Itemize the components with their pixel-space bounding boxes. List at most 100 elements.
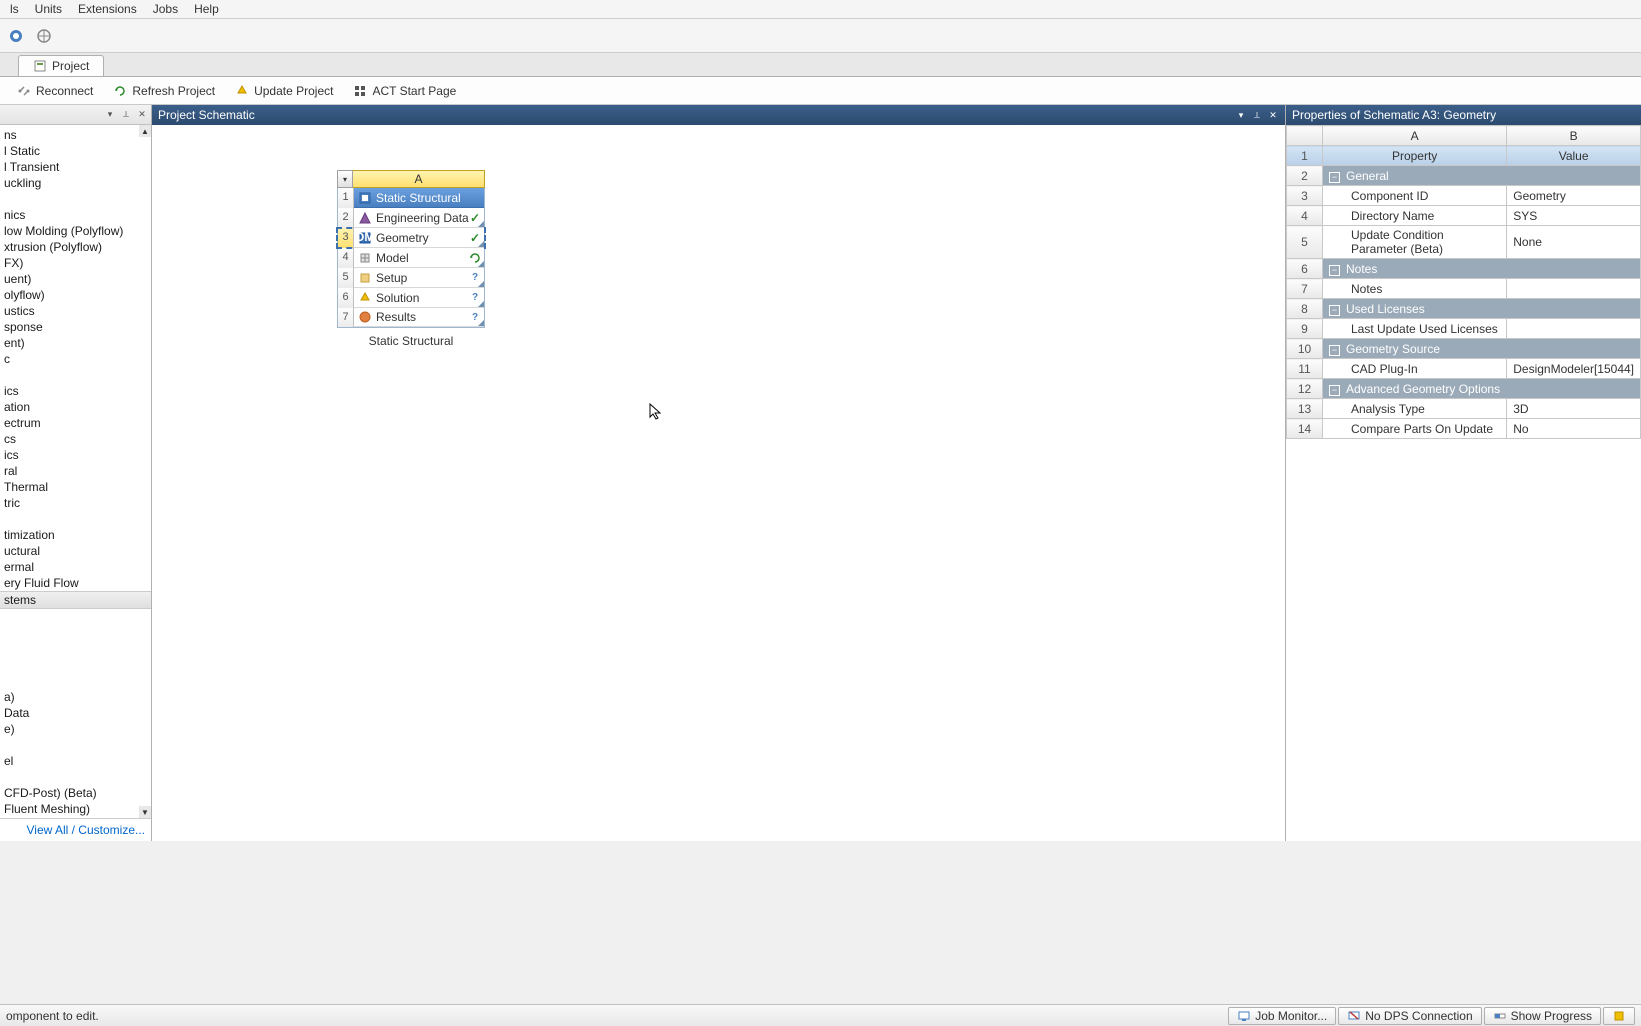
menu-jobs[interactable]: Jobs [145, 0, 186, 18]
toolbox-item[interactable]: tric [0, 495, 151, 511]
system-menu-button[interactable]: ▾ [337, 170, 353, 188]
props-group-advanced-geometry-options[interactable]: −Advanced Geometry Options [1323, 379, 1641, 399]
toolbox-pin-icon[interactable]: ⟂ [119, 108, 133, 122]
schematic-close-icon[interactable]: ✕ [1267, 109, 1279, 121]
toolbox-item[interactable]: l Static [0, 143, 151, 159]
tab-project[interactable]: Project [18, 55, 104, 76]
collapse-icon[interactable]: − [1329, 305, 1340, 316]
toolbox-close-icon[interactable]: ✕ [135, 108, 149, 122]
toolbox-item[interactable]: ics [0, 447, 151, 463]
menu-extensions[interactable]: Extensions [70, 0, 145, 18]
property-value[interactable] [1507, 319, 1641, 339]
dps-connection-button[interactable]: No DPS Connection [1338, 1007, 1481, 1025]
props-group-general[interactable]: −General [1323, 166, 1641, 186]
system-cell-model[interactable]: 4Model [337, 248, 485, 268]
cell-corner-handle[interactable] [478, 221, 484, 227]
toolbox-item[interactable]: CFD-Post) (Beta) [0, 785, 151, 801]
system-cell-results[interactable]: 7Results? [337, 308, 485, 328]
schematic-canvas[interactable]: ▾ A 1Static Structural2Engineering Data✓… [152, 125, 1285, 841]
toolbox-item[interactable]: uckling [0, 175, 151, 191]
toolbox-item[interactable]: nics [0, 207, 151, 223]
cell-corner-handle[interactable] [478, 301, 484, 307]
system-caption[interactable]: Static Structural [337, 334, 485, 348]
app-icon[interactable] [6, 26, 26, 46]
props-group-geometry-source[interactable]: −Geometry Source [1323, 339, 1641, 359]
property-value[interactable]: None [1507, 226, 1641, 259]
toolbox-item[interactable]: sponse [0, 319, 151, 335]
globe-icon[interactable] [34, 26, 54, 46]
system-cell-static-structural[interactable]: 1Static Structural [337, 188, 485, 208]
toolbox-item[interactable]: xtrusion (Polyflow) [0, 239, 151, 255]
collapse-icon[interactable]: − [1329, 385, 1340, 396]
view-all-customize-link[interactable]: View All / Customize... [27, 823, 146, 837]
toolbox-item[interactable]: e) [0, 721, 151, 737]
system-cell-geometry[interactable]: 3DMGeometry✓ [337, 228, 485, 248]
cell-corner-handle[interactable] [478, 261, 484, 267]
toolbox-dropdown-icon[interactable]: ▾ [103, 108, 117, 122]
toolbox-item[interactable]: Thermal [0, 479, 151, 495]
property-value[interactable] [1507, 279, 1641, 299]
toolbox-item[interactable]: l Transient [0, 159, 151, 175]
toolbox-item[interactable]: el [0, 753, 151, 769]
props-group-notes[interactable]: −Notes [1323, 259, 1641, 279]
cell-content[interactable]: Results? [354, 308, 484, 327]
toolbox-item[interactable]: ation [0, 399, 151, 415]
cell-content[interactable]: Solution? [354, 288, 484, 308]
toolbox-item[interactable]: uctural [0, 543, 151, 559]
toolbox-item[interactable]: stems [0, 591, 151, 609]
property-value[interactable]: No [1507, 419, 1641, 439]
act-start-page-button[interactable]: ACT Start Page [344, 80, 465, 102]
props-group-used-licenses[interactable]: −Used Licenses [1323, 299, 1641, 319]
toolbox-item[interactable]: ent) [0, 335, 151, 351]
quick-access-toolbar [0, 19, 1641, 53]
cell-corner-handle[interactable] [478, 281, 484, 287]
system-cell-engineering-data[interactable]: 2Engineering Data✓ [337, 208, 485, 228]
cell-content[interactable]: Static Structural [354, 188, 484, 208]
system-cell-solution[interactable]: 6Solution? [337, 288, 485, 308]
cell-content[interactable]: Engineering Data✓ [354, 208, 484, 228]
cell-content[interactable]: Model [354, 248, 484, 268]
menu-help[interactable]: Help [186, 0, 227, 18]
property-value[interactable]: Geometry [1507, 186, 1641, 206]
property-value[interactable]: SYS [1507, 206, 1641, 226]
toolbox-item[interactable]: ery Fluid Flow [0, 575, 151, 591]
schematic-pin-icon[interactable]: ⟂ [1251, 109, 1263, 121]
toolbox-item[interactable]: Fluent Meshing) [0, 801, 151, 817]
status-extra-button[interactable] [1603, 1007, 1635, 1025]
cell-corner-handle[interactable] [478, 241, 484, 247]
toolbox-item[interactable]: ral [0, 463, 151, 479]
toolbox-item[interactable]: uent) [0, 271, 151, 287]
toolbox-item[interactable]: low Molding (Polyflow) [0, 223, 151, 239]
cell-corner-handle[interactable] [478, 320, 484, 326]
menu-tools[interactable]: ls [2, 0, 27, 18]
schematic-dropdown-icon[interactable]: ▾ [1235, 109, 1247, 121]
collapse-icon[interactable]: − [1329, 172, 1340, 183]
collapse-icon[interactable]: − [1329, 345, 1340, 356]
cell-content[interactable]: DMGeometry✓ [354, 228, 484, 248]
cell-content[interactable]: Setup? [354, 268, 484, 288]
toolbox-item[interactable]: c [0, 351, 151, 367]
property-value[interactable]: DesignModeler[15044] [1507, 359, 1641, 379]
toolbox-item[interactable]: a) [0, 689, 151, 705]
toolbox-item[interactable]: ustics [0, 303, 151, 319]
toolbox-item[interactable]: ns [0, 127, 151, 143]
scroll-up-icon[interactable]: ▲ [139, 125, 151, 137]
toolbox-item[interactable]: Data [0, 705, 151, 721]
update-project-button[interactable]: Update Project [226, 80, 342, 102]
show-progress-button[interactable]: Show Progress [1484, 1007, 1601, 1025]
property-value[interactable]: 3D [1507, 399, 1641, 419]
toolbox-item[interactable]: ermal [0, 559, 151, 575]
toolbox-item[interactable]: olyflow) [0, 287, 151, 303]
job-monitor-button[interactable]: Job Monitor... [1228, 1007, 1336, 1025]
refresh-project-button[interactable]: Refresh Project [104, 80, 224, 102]
menu-units[interactable]: Units [27, 0, 70, 18]
reconnect-button[interactable]: Reconnect [8, 80, 102, 102]
collapse-icon[interactable]: − [1329, 265, 1340, 276]
system-cell-setup[interactable]: 5Setup? [337, 268, 485, 288]
toolbox-item[interactable]: FX) [0, 255, 151, 271]
toolbox-item[interactable]: ectrum [0, 415, 151, 431]
toolbox-item[interactable]: cs [0, 431, 151, 447]
toolbox-item[interactable]: timization [0, 527, 151, 543]
toolbox-item[interactable]: ics [0, 383, 151, 399]
scroll-down-icon[interactable]: ▼ [139, 806, 151, 818]
